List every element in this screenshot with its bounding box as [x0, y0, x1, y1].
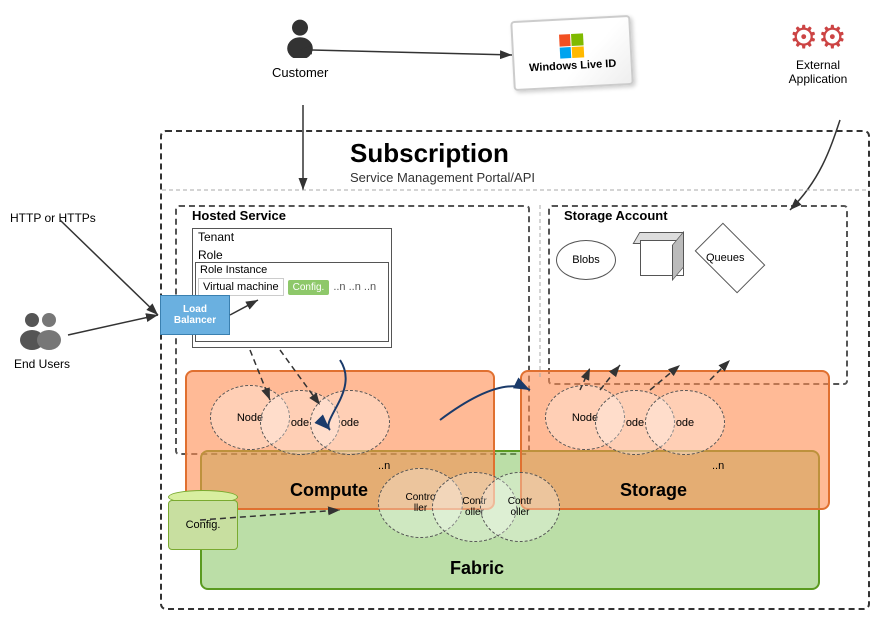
external-app-label: External Application: [773, 58, 863, 86]
role-instance-label: Role Instance: [200, 264, 267, 276]
fabric-label: Fabric: [450, 558, 504, 579]
windows-live-label: Windows Live ID: [529, 58, 617, 75]
compute-node-3: ode: [310, 390, 390, 455]
config-badge: Config.: [288, 280, 330, 295]
config-cyl-body: Config.: [168, 500, 238, 550]
dots-label: ..n ..n ..n: [333, 281, 376, 293]
person-icon: [280, 18, 320, 58]
vm-row: Virtual machine Config. ..n ..n ..n: [198, 278, 376, 296]
end-users-icon: [17, 310, 67, 350]
config-cylinder: Config.: [168, 490, 238, 560]
compute-label: Compute: [290, 480, 368, 501]
storage-account-label: Storage Account: [564, 208, 668, 223]
end-users-section: End Users: [14, 310, 70, 371]
blobs-shape: Blobs: [556, 240, 616, 280]
external-app-section: ⚙⚙ External Application: [773, 18, 863, 86]
config-label: Config.: [186, 519, 221, 531]
tables-container: Tables: [632, 232, 684, 288]
storage-node-3: ode: [645, 390, 725, 455]
windows-live-box: Windows Live ID: [510, 15, 633, 91]
controller-3: Controller: [480, 472, 560, 542]
customer-label: Customer: [272, 65, 328, 80]
http-label: HTTP or HTTPs: [10, 210, 96, 227]
subscription-subtitle: Service Management Portal/API: [350, 170, 535, 185]
load-balancer-label: Load Balancer: [161, 304, 229, 326]
compute-dots: ..n: [378, 460, 390, 472]
load-balancer: Load Balancer: [160, 295, 230, 335]
queues-label: Queues: [706, 252, 745, 264]
windows-flag-icon: [559, 33, 584, 58]
end-users-label: End Users: [14, 357, 70, 371]
gears-icon: ⚙⚙: [773, 18, 863, 56]
storage-dots: ..n: [712, 460, 724, 472]
storage-label: Storage: [620, 480, 687, 501]
customer-section: Customer: [272, 18, 328, 80]
storage-account-box: [548, 205, 848, 385]
hosted-service-label: Hosted Service: [192, 208, 286, 223]
tables-3d-box: [632, 232, 684, 276]
blobs-label: Blobs: [572, 254, 600, 266]
tenant-label: Tenant: [198, 230, 234, 244]
role-label: Role: [198, 248, 223, 262]
subscription-title: Subscription: [350, 138, 509, 169]
vm-label: Virtual machine: [198, 278, 284, 296]
